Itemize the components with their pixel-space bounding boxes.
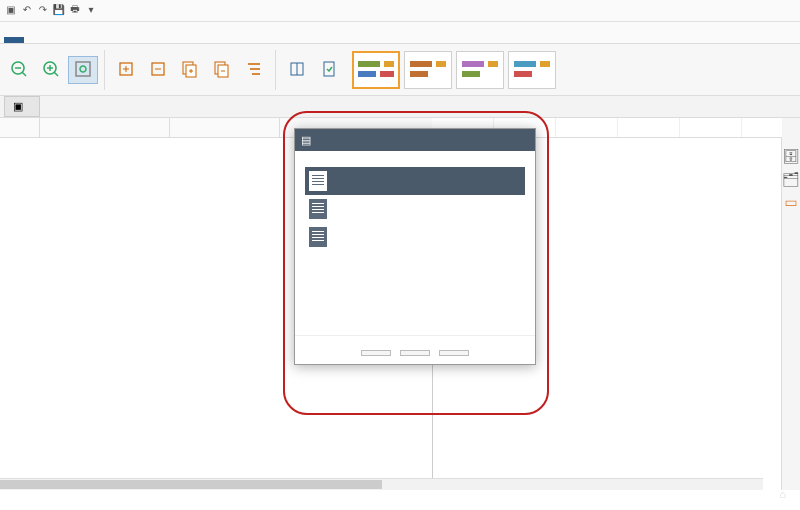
open-button[interactable] <box>361 350 391 356</box>
col-id[interactable] <box>0 118 40 137</box>
file-icon <box>309 199 327 219</box>
style-item-3[interactable] <box>456 51 504 89</box>
style-item-1[interactable] <box>352 51 400 89</box>
style-item-2[interactable] <box>404 51 452 89</box>
style-gallery <box>352 51 556 89</box>
side-icon-1[interactable]: 🗄 <box>782 148 800 165</box>
file-icon <box>309 171 327 191</box>
zoom-out-button[interactable] <box>4 57 34 83</box>
expand-button[interactable] <box>111 57 141 83</box>
file-recovery-button[interactable] <box>314 57 344 83</box>
tab-view[interactable] <box>44 37 64 43</box>
expand-icon <box>116 59 136 79</box>
document-tabs: ▣ <box>0 96 800 118</box>
recovery-file-list <box>305 167 525 327</box>
zoom-in-icon <box>41 59 61 79</box>
dialog-titlebar[interactable]: ▤ <box>295 129 535 151</box>
menu-tabs <box>0 22 800 44</box>
dialog-footer <box>295 335 535 364</box>
set-columns-button[interactable] <box>282 57 312 83</box>
collapse-icon <box>148 59 168 79</box>
print-icon[interactable]: 🖶 <box>68 4 82 18</box>
file-icon <box>309 227 327 247</box>
zoom-in-button[interactable] <box>36 57 66 83</box>
expand-all-icon <box>180 59 200 79</box>
delete-all-button[interactable] <box>439 350 469 356</box>
recovery-item[interactable] <box>305 195 525 223</box>
recovery-item[interactable] <box>305 167 525 195</box>
collapse-all-button[interactable] <box>207 57 237 83</box>
watermark: ⌂ <box>779 486 790 504</box>
timeline-date[interactable] <box>618 118 680 137</box>
expand-all-button[interactable] <box>175 57 205 83</box>
save-icon[interactable]: 💾 <box>52 4 66 18</box>
ribbon-separator <box>275 50 276 90</box>
col-start[interactable] <box>170 118 280 137</box>
recovery-item[interactable] <box>305 223 525 251</box>
tab-help[interactable] <box>84 37 104 43</box>
file-recovery-dialog: ▤ <box>294 128 536 365</box>
timeline-date[interactable] <box>680 118 742 137</box>
delete-button[interactable] <box>400 350 430 356</box>
recovery-icon <box>319 59 339 79</box>
document-icon: ▤ <box>301 134 311 147</box>
col-task[interactable] <box>40 118 170 137</box>
title-bar: ▣ ↶ ↷ 💾 🖶 ▾ <box>0 0 800 22</box>
outline-icon <box>244 59 264 79</box>
side-icon-2[interactable]: 🗂 <box>782 171 800 188</box>
zoom-out-icon <box>9 59 29 79</box>
undo-icon[interactable]: ↶ <box>20 4 34 18</box>
style-item-4[interactable] <box>508 51 556 89</box>
auto-zoom-icon <box>73 59 93 79</box>
qat-more-icon[interactable]: ▾ <box>84 4 98 18</box>
quick-access-toolbar: ▣ ↶ ↷ 💾 🖶 ▾ <box>4 4 98 18</box>
outline-level-button[interactable] <box>239 57 269 83</box>
tab-report[interactable] <box>64 37 84 43</box>
ribbon <box>0 44 800 96</box>
document-tab-icon: ▣ <box>13 100 23 113</box>
auto-zoom-button[interactable] <box>68 56 98 84</box>
timeline-date[interactable] <box>556 118 618 137</box>
side-panel: 🗄 🗂 ▭ <box>782 118 800 490</box>
tab-file[interactable] <box>4 37 24 43</box>
collapse-all-icon <box>212 59 232 79</box>
dialog-body <box>295 151 535 335</box>
horizontal-scrollbar[interactable] <box>0 478 763 490</box>
side-icon-3[interactable]: ▭ <box>784 194 797 211</box>
tab-start[interactable] <box>24 37 44 43</box>
watermark-icon: ⌂ <box>779 489 786 501</box>
app-icon: ▣ <box>4 4 18 18</box>
redo-icon[interactable]: ↷ <box>36 4 50 18</box>
ribbon-separator <box>104 50 105 90</box>
collapse-button[interactable] <box>143 57 173 83</box>
document-tab[interactable]: ▣ <box>4 96 40 117</box>
columns-icon <box>287 59 307 79</box>
